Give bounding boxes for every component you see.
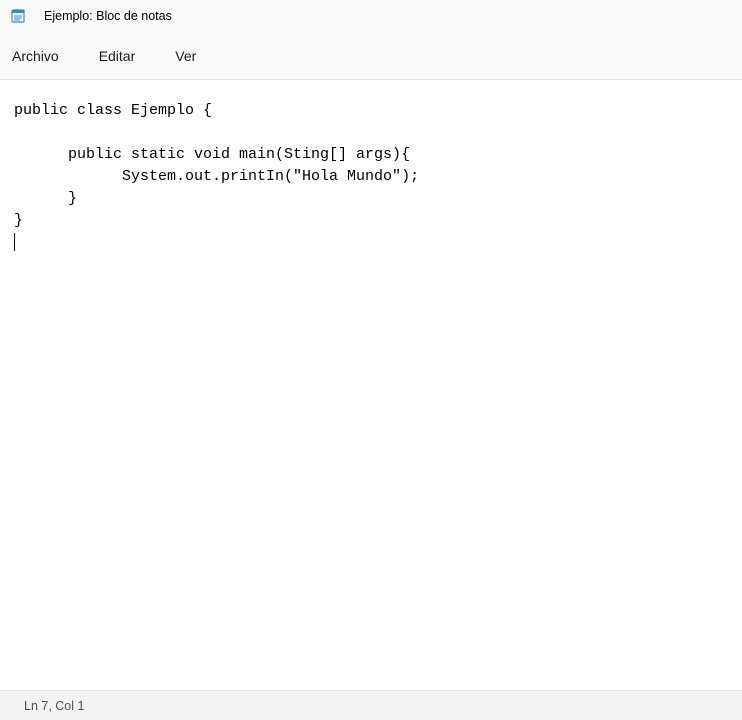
menu-edit[interactable]: Editar	[97, 44, 138, 68]
editor-area[interactable]: public class Ejemplo { public static voi…	[0, 80, 742, 690]
window-title: Ejemplo: Bloc de notas	[44, 9, 172, 23]
status-bar: Ln 7, Col 1	[0, 690, 742, 720]
notepad-icon	[10, 8, 26, 24]
cursor-position: Ln 7, Col 1	[24, 699, 84, 713]
title-bar: Ejemplo: Bloc de notas	[0, 0, 742, 32]
menu-file[interactable]: Archivo	[10, 44, 61, 68]
menu-bar: Archivo Editar Ver	[0, 32, 742, 80]
editor-content: public class Ejemplo { public static voi…	[14, 102, 419, 229]
text-cursor	[14, 233, 15, 251]
menu-view[interactable]: Ver	[173, 44, 198, 68]
